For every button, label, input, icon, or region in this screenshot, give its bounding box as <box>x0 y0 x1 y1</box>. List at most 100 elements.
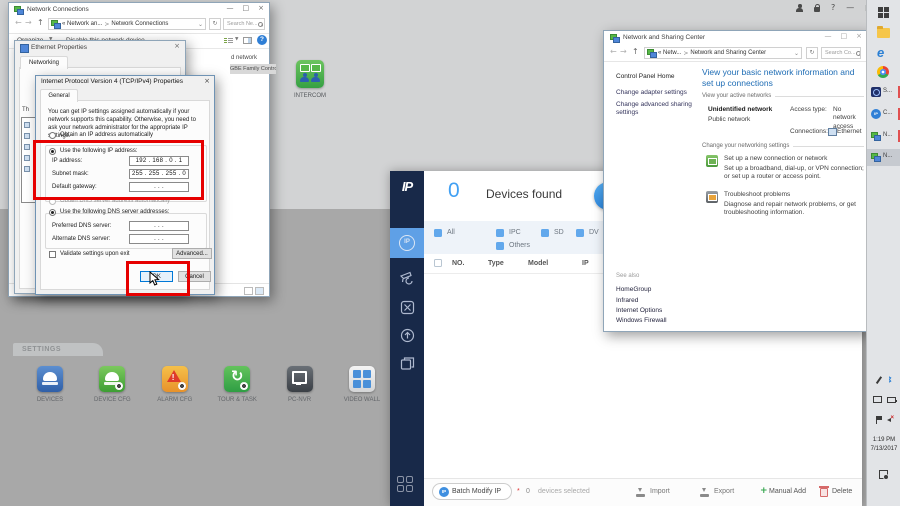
shortcut-tour-task[interactable]: ↻ TOUR & TASK <box>209 366 265 403</box>
action-center-flag-icon[interactable] <box>875 416 882 423</box>
manual-add-button[interactable]: Manual Add <box>769 488 806 495</box>
sidebar-control-panel-home[interactable]: Control Panel Home <box>616 73 675 80</box>
forward-icon[interactable]: → <box>25 18 32 27</box>
lock-icon[interactable] <box>814 7 820 12</box>
file-explorer-icon[interactable] <box>877 28 890 38</box>
view-list-icon[interactable] <box>224 37 233 44</box>
taskbar-app-sharing-center[interactable]: N... <box>867 149 900 166</box>
titlebar[interactable]: Network Connections — □ × <box>9 3 269 16</box>
advanced-button[interactable]: Advanced... <box>172 248 212 259</box>
help-icon[interactable]: ? <box>831 3 835 13</box>
battery-icon[interactable] <box>887 397 896 403</box>
shortcut-video-wall[interactable]: VIDEO WALL <box>334 366 390 403</box>
filter-checkbox-sd[interactable] <box>541 229 549 237</box>
shortcut-intercom[interactable]: INTERCOM <box>282 60 338 99</box>
minimize-icon[interactable]: — <box>846 3 854 13</box>
breadcrumb-current[interactable]: Network Connections <box>111 21 168 27</box>
shortcut-device-cfg[interactable]: DEVICE CFG <box>84 366 140 403</box>
breadcrumb-root[interactable]: « Netw... <box>658 50 681 56</box>
tab-networking[interactable]: Networking <box>20 56 68 69</box>
caret-down-icon[interactable]: ⌄ <box>794 50 799 57</box>
breadcrumb-root[interactable]: « Network an... <box>62 21 102 27</box>
close-icon[interactable]: × <box>258 4 264 12</box>
batch-modify-ip-button[interactable]: IP Batch Modify IP <box>432 483 512 500</box>
preferred-dns-field[interactable]: . . . <box>129 221 189 231</box>
close-icon[interactable]: × <box>174 42 180 50</box>
refresh-button[interactable]: ↻ <box>806 47 818 59</box>
taskbar-app-network-connections[interactable]: N... <box>867 128 900 145</box>
user-icon[interactable] <box>796 4 803 12</box>
pen-icon[interactable] <box>875 376 882 383</box>
up-icon[interactable]: ↑ <box>632 47 639 56</box>
validate-label[interactable]: Validate settings upon exit <box>60 251 130 257</box>
filter-label-dvr[interactable]: DV <box>589 229 599 236</box>
minimize-icon[interactable]: — <box>825 32 832 40</box>
help-icon[interactable]: ? <box>257 35 267 45</box>
alternate-dns-field[interactable]: . . . <box>129 234 189 244</box>
shortcut-devices[interactable]: DEVICES <box>22 366 78 403</box>
breadcrumb[interactable]: « Network an... > Network Connections ⌄ <box>48 18 206 30</box>
filter-label-ipc[interactable]: IPC <box>509 229 521 236</box>
chrome-icon[interactable] <box>877 66 889 78</box>
obtain-ip-label[interactable]: Obtain an IP address automatically <box>60 132 153 138</box>
refresh-button[interactable]: ↻ <box>209 18 221 30</box>
forward-icon[interactable]: → <box>620 47 627 56</box>
filter-label-sd[interactable]: SD <box>554 229 564 236</box>
connection-item-selected[interactable]: GBE Family Controller <box>230 64 276 74</box>
maximize-icon[interactable]: □ <box>243 4 250 12</box>
select-all-checkbox[interactable] <box>434 259 442 267</box>
bluetooth-icon[interactable] <box>887 376 894 383</box>
shortcut-alarm-cfg[interactable]: ALARM CFG <box>147 366 203 403</box>
close-icon[interactable]: × <box>204 77 210 85</box>
delete-button[interactable]: Delete <box>832 488 852 495</box>
export-button[interactable]: Export <box>714 488 734 495</box>
titlebar[interactable]: Ethernet Properties × <box>15 41 185 54</box>
start-button[interactable] <box>878 7 889 18</box>
use-dns-label[interactable]: Use the following DNS server addresses: <box>60 209 169 215</box>
details-view-icon[interactable] <box>244 287 253 295</box>
tab-general[interactable]: General <box>40 89 78 102</box>
troubleshoot-link[interactable]: Troubleshoot problems <box>724 191 790 198</box>
back-icon[interactable]: ← <box>610 47 617 56</box>
volume-muted-icon[interactable] <box>887 416 894 423</box>
see-also-infrared[interactable]: Infrared <box>616 297 638 304</box>
filter-checkbox-all[interactable] <box>434 229 442 237</box>
notification-icon[interactable] <box>879 470 888 479</box>
caret-down-icon[interactable]: ⌄ <box>198 21 203 28</box>
sidebar-item-modify-ip[interactable]: IP <box>390 228 424 258</box>
taskbar-clock[interactable]: 1:19 PM 7/13/2017 <box>867 436 900 454</box>
sidebar-item-building-config[interactable] <box>390 348 424 378</box>
sidebar-item-upgrade[interactable] <box>390 320 424 350</box>
setup-connection-link[interactable]: Set up a new connection or network <box>724 155 827 162</box>
up-icon[interactable]: ↑ <box>37 18 44 27</box>
taskbar-app-configtool[interactable]: IP C... <box>867 106 900 123</box>
search-input[interactable]: Search Co... <box>821 47 861 59</box>
sidebar-item-system-settings[interactable] <box>390 292 424 322</box>
search-input[interactable]: Search Ne... <box>223 18 265 30</box>
display-icon[interactable] <box>873 396 882 403</box>
validate-checkbox[interactable] <box>49 251 56 258</box>
filter-checkbox-others[interactable] <box>496 242 504 250</box>
maximize-icon[interactable]: □ <box>841 32 848 40</box>
apps-grid-icon[interactable] <box>397 476 415 494</box>
breadcrumb[interactable]: « Netw... > Network and Sharing Center ⌄ <box>644 47 802 59</box>
filter-label-all[interactable]: All <box>447 229 455 236</box>
large-icons-view-icon[interactable] <box>255 287 264 295</box>
sidebar-change-adapter-settings[interactable]: Change adapter settings <box>616 89 687 96</box>
taskbar-app-smartpss[interactable]: S... <box>867 84 900 101</box>
breadcrumb-current[interactable]: Network and Sharing Center <box>690 50 766 56</box>
sidebar-change-advanced-sharing[interactable]: Change advanced sharing settings <box>616 101 694 118</box>
use-dns-radio[interactable] <box>49 209 56 216</box>
titlebar[interactable]: Network and Sharing Center — □ × <box>604 31 867 44</box>
import-button[interactable]: Import <box>650 488 670 495</box>
preview-pane-icon[interactable] <box>243 37 252 44</box>
see-also-windows-firewall[interactable]: Windows Firewall <box>616 317 667 324</box>
filter-checkbox-dvr[interactable] <box>576 229 584 237</box>
close-icon[interactable]: × <box>856 32 862 40</box>
back-icon[interactable]: ← <box>15 18 22 27</box>
ethernet-link[interactable]: Ethernet <box>837 128 862 135</box>
see-also-homegroup[interactable]: HomeGroup <box>616 286 651 293</box>
shortcut-pc-nvr[interactable]: PC-NVR <box>272 366 328 403</box>
see-also-internet-options[interactable]: Internet Options <box>616 307 662 314</box>
sidebar-item-device-config[interactable] <box>390 262 424 292</box>
